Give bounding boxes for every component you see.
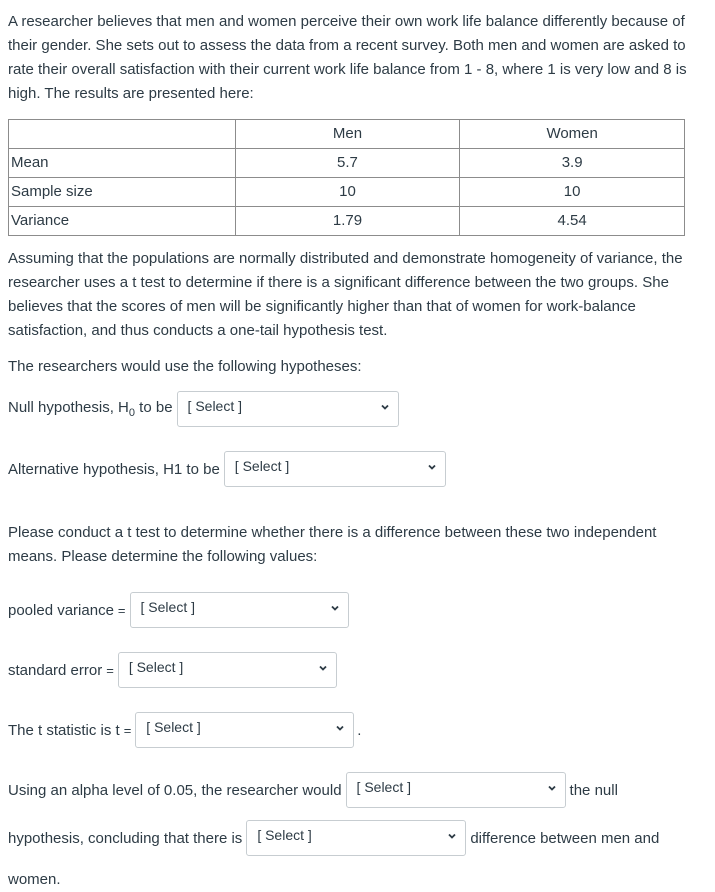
- table-row: Mean 5.7 3.9: [8, 148, 685, 178]
- select-value: [ Select ]: [187, 398, 243, 414]
- alternative-hypothesis-label: Alternative hypothesis, H1 to be: [8, 460, 220, 478]
- alpha-decision-suffix: the null: [569, 781, 618, 799]
- row-label: Mean: [8, 148, 236, 178]
- alternative-hypothesis-select[interactable]: [ Select ]: [223, 451, 446, 487]
- men-value: 1.79: [234, 206, 461, 236]
- null-label-suffix: to be: [135, 399, 173, 416]
- t-statistic-label: The t statistic is t: [8, 721, 120, 739]
- decision-select[interactable]: [ Select ]: [345, 772, 566, 808]
- alpha-decision-row: Using an alpha level of 0.05, the resear…: [8, 772, 707, 808]
- standard-error-row: standard error = [ Select ]: [8, 652, 707, 688]
- assumptions-paragraph: Assuming that the populations are normal…: [8, 250, 683, 339]
- pooled-variance-row: pooled variance = [ Select ]: [8, 592, 707, 628]
- alternative-hypothesis-row: Alternative hypothesis, H1 to be [ Selec…: [8, 451, 707, 487]
- intro-paragraph: A researcher believes that men and women…: [8, 13, 687, 102]
- table-header-men: Men: [234, 119, 461, 149]
- pooled-variance-label: pooled variance: [8, 601, 114, 619]
- equals-sign: =: [123, 722, 132, 738]
- hypotheses-intro: The researchers would use the following …: [8, 358, 362, 375]
- chevron-down-icon: [380, 404, 389, 410]
- conclusion-row: hypothesis, concluding that there is [ S…: [8, 820, 707, 856]
- equals-sign: =: [117, 602, 126, 618]
- women-value: 10: [459, 177, 685, 207]
- women-value: 4.54: [459, 206, 685, 236]
- men-value: 5.7: [234, 148, 461, 178]
- standard-error-label: standard error: [8, 661, 103, 679]
- alpha-decision-label: Using an alpha level of 0.05, the resear…: [8, 781, 342, 799]
- null-hypothesis-label: Null hypothesis, H0 to be: [8, 399, 173, 419]
- row-label: Sample size: [8, 177, 236, 207]
- null-hypothesis-row: Null hypothesis, H0 to be [ Select ]: [8, 391, 707, 427]
- null-label-text: Null hypothesis, H: [8, 399, 129, 416]
- select-value: [ Select ]: [257, 827, 312, 843]
- t-statistic-select[interactable]: [ Select ]: [135, 712, 355, 748]
- select-value: [ Select ]: [356, 779, 412, 795]
- table-row: Sample size 10 10: [8, 177, 685, 207]
- conclusion-label: hypothesis, concluding that there is: [8, 829, 243, 847]
- chevron-down-icon: [330, 605, 339, 611]
- period: .: [357, 721, 362, 739]
- standard-error-select[interactable]: [ Select ]: [117, 652, 337, 688]
- instructions-paragraph: Please conduct a t test to determine whe…: [8, 524, 657, 565]
- chevron-down-icon: [547, 785, 556, 791]
- select-value: [ Select ]: [140, 599, 195, 615]
- conclusion-suffix: difference between men and: [470, 829, 660, 847]
- chevron-down-icon: [336, 725, 344, 731]
- t-statistic-row: The t statistic is t = [ Select ] .: [8, 712, 707, 748]
- conclusion-select[interactable]: [ Select ]: [246, 820, 467, 856]
- row-label: Variance: [8, 206, 236, 236]
- table-row: Variance 1.79 4.54: [8, 206, 685, 236]
- pooled-variance-select[interactable]: [ Select ]: [129, 592, 349, 628]
- women-value: 3.9: [459, 148, 685, 178]
- equals-sign: =: [106, 662, 114, 678]
- select-value: [ Select ]: [146, 719, 201, 735]
- chevron-down-icon: [448, 833, 456, 839]
- results-table: Men Women Mean 5.7 3.9 Sample size 10 10…: [8, 119, 685, 236]
- null-hypothesis-select[interactable]: [ Select ]: [176, 391, 399, 427]
- table-header-row: Men Women: [8, 119, 685, 149]
- chevron-down-icon: [428, 464, 436, 470]
- men-value: 10: [234, 177, 461, 207]
- chevron-down-icon: [319, 665, 327, 671]
- table-header-women: Women: [459, 119, 685, 149]
- table-header-empty: [8, 119, 236, 149]
- select-value: [ Select ]: [234, 458, 290, 474]
- conclusion-end: women.: [8, 871, 61, 888]
- select-value: [ Select ]: [128, 659, 184, 675]
